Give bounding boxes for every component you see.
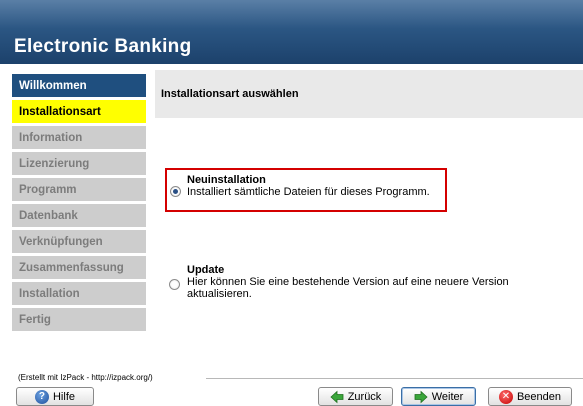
help-button[interactable]: ? Hilfe bbox=[16, 387, 94, 406]
step-item-verknuepfungen: Verknüpfungen bbox=[12, 230, 146, 253]
quit-button[interactable]: ✕ Beenden bbox=[488, 387, 572, 406]
next-button-label: Weiter bbox=[431, 390, 464, 403]
step-item-installationsart: Installationsart bbox=[12, 100, 146, 123]
update-title: Update bbox=[187, 264, 225, 276]
back-button[interactable]: Zurück bbox=[318, 387, 393, 406]
step-item-information: Information bbox=[12, 126, 146, 149]
update-description-line1: Hier können Sie eine bestehende Version … bbox=[187, 276, 509, 288]
step-sidebar: Willkommen Installationsart Information … bbox=[12, 74, 146, 334]
option-update[interactable]: Update Hier können Sie eine bestehende V… bbox=[169, 264, 569, 300]
izpack-credit: (Erstellt mit IzPack - http://izpack.org… bbox=[18, 373, 153, 382]
app-title: Electronic Banking bbox=[14, 36, 192, 57]
footer-divider bbox=[206, 378, 583, 379]
step-item-lizenzierung: Lizenzierung bbox=[12, 152, 146, 175]
back-button-label: Zurück bbox=[347, 390, 382, 403]
step-item-datenbank: Datenbank bbox=[12, 204, 146, 227]
step-item-willkommen: Willkommen bbox=[12, 74, 146, 97]
page-heading: Installationsart auswählen bbox=[155, 70, 583, 118]
quit-button-label: Beenden bbox=[516, 390, 562, 403]
arrow-right-icon bbox=[414, 390, 428, 403]
next-button[interactable]: Weiter bbox=[401, 387, 476, 406]
close-circle-icon: ✕ bbox=[498, 389, 513, 404]
help-circle-icon: ? bbox=[34, 389, 49, 404]
step-item-zusammenfassung: Zusammenfassung bbox=[12, 256, 146, 279]
help-button-label: Hilfe bbox=[52, 390, 75, 403]
highlight-box bbox=[165, 168, 447, 212]
step-item-fertig: Fertig bbox=[12, 308, 146, 331]
arrow-left-icon bbox=[330, 390, 344, 403]
app-header: Electronic Banking bbox=[0, 0, 583, 64]
update-description-line2: aktualisieren. bbox=[187, 288, 252, 300]
content-panel: Installationsart auswählen Neuinstallati… bbox=[155, 70, 583, 360]
step-item-programm: Programm bbox=[12, 178, 146, 201]
update-radio[interactable] bbox=[169, 279, 180, 290]
step-item-installation: Installation bbox=[12, 282, 146, 305]
